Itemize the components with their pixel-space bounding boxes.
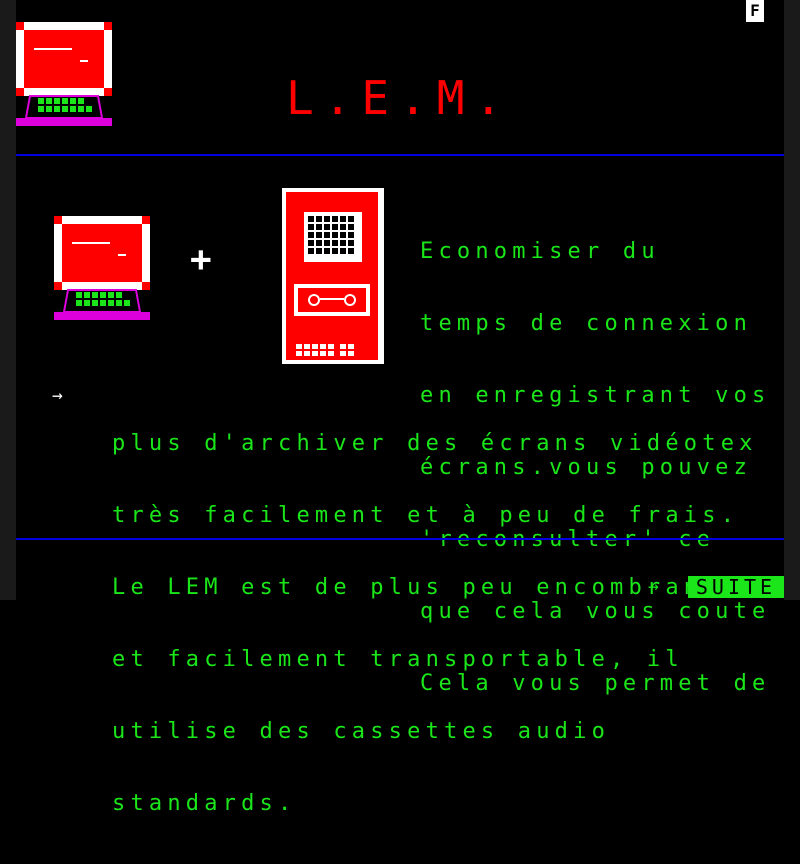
bullet-arrow-icon: →: [52, 385, 63, 406]
right-border: [784, 0, 800, 600]
computer-terminal-icon: [54, 216, 150, 320]
body-paragraph: plus d'archiver des écrans vidéotex très…: [112, 384, 758, 864]
arrow-right-icon: →: [648, 576, 659, 597]
left-border: [0, 0, 16, 600]
intro-line: temps de connexion: [420, 311, 753, 336]
suite-button[interactable]: SUITE: [688, 576, 784, 598]
body-line: plus d'archiver des écrans vidéotex: [112, 431, 758, 456]
computer-terminal-icon: [16, 22, 112, 126]
mode-indicator: F: [746, 0, 764, 22]
videotex-screen: F L.E.M. + Economiser du temps de connex…: [16, 0, 784, 816]
page-title: L.E.M.: [286, 71, 513, 125]
cassette-recorder-icon: [282, 188, 384, 364]
body-line: standards.: [112, 791, 297, 816]
body-line: Le LEM est de plus peu encombrant: [112, 575, 721, 600]
top-divider: [16, 154, 784, 156]
bottom-divider: [16, 538, 784, 540]
intro-line: Economiser du: [420, 239, 660, 264]
body-line: très facilement et à peu de frais.: [112, 503, 740, 528]
plus-sign: +: [190, 239, 212, 280]
body-line: et facilement transportable, il: [112, 647, 684, 672]
body-line: utilise des cassettes audio: [112, 719, 611, 744]
